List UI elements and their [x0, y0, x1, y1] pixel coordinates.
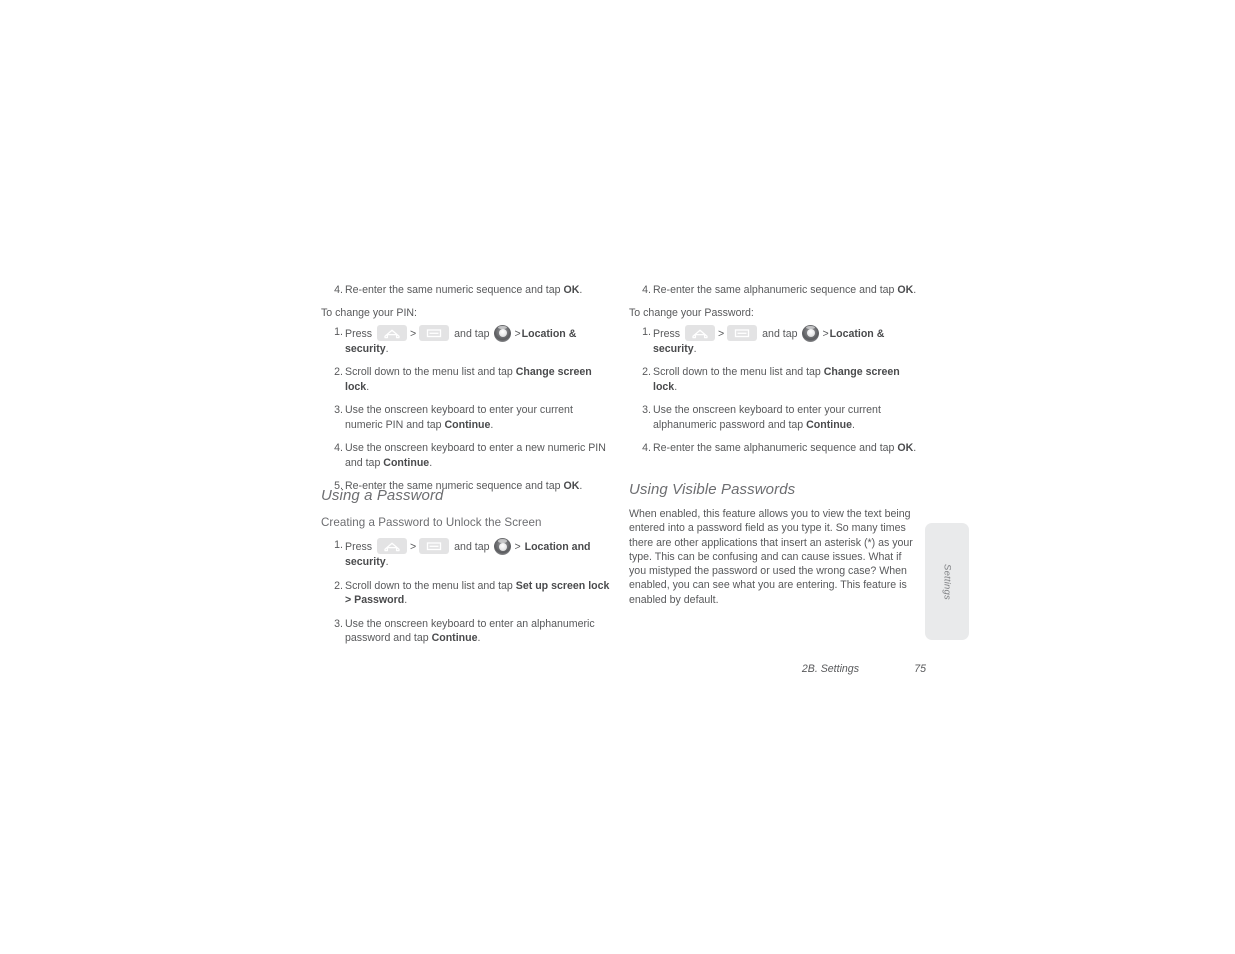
step-text: and tap: [451, 327, 493, 340]
list-item: 4. Re-enter the same alphanumeric sequenc…: [629, 441, 921, 456]
section-tab-label: Settings: [941, 563, 953, 600]
step-text-bold: Password: [354, 594, 405, 606]
step-number: 1.: [334, 539, 343, 551]
footer-page-number: 75: [914, 663, 926, 675]
right-intro-text: To change your Password:: [629, 306, 754, 319]
step-text-bold: Continue: [431, 632, 478, 644]
step-text-before: Re-enter the same numeric sequence and t…: [345, 284, 564, 296]
list-item: 3. Use the onscreen keyboard to enter an …: [321, 617, 616, 646]
step-number: 4.: [642, 284, 651, 296]
step-number: 3.: [334, 404, 343, 417]
step-text-after: .: [913, 284, 917, 296]
step-text: .: [477, 632, 481, 644]
step-number: 3.: [642, 404, 651, 417]
step-text: .: [693, 342, 697, 355]
home-key-icon: [377, 324, 408, 341]
step-separator: >: [410, 327, 417, 340]
home-key-icon: [685, 324, 716, 341]
step-text: Re-enter the same alphanumeric sequence …: [653, 442, 898, 455]
step-text-bold: Continue: [383, 456, 430, 469]
step-text: Press: [653, 327, 684, 340]
step-text: Scroll down to the menu list and tap: [345, 579, 516, 592]
trackball-icon: [494, 324, 512, 342]
step-text-bold: Continue: [444, 418, 491, 431]
trackball-icon: [802, 324, 820, 342]
trackball-icon: [494, 538, 512, 555]
list-item: 4. Re-enter the same alphanumeric sequenc…: [629, 283, 921, 298]
step-text: .: [404, 594, 408, 606]
step-number: 4.: [642, 442, 651, 455]
list-item: 3. Use the onscreen keyboard to enter you…: [629, 403, 921, 432]
step-text: .: [579, 480, 583, 493]
list-item: 2. Scroll down to the menu list and tap C…: [629, 365, 921, 394]
step-text-before: Re-enter the same alphanumeric sequence …: [653, 284, 898, 296]
step-text: .: [366, 380, 370, 393]
menu-key-icon: [419, 538, 450, 554]
step-text: .: [913, 442, 917, 455]
list-item: 1. Press > and tap >Location & security.: [321, 324, 613, 357]
left-column: 4. Re-enter the same numeric sequence and…: [321, 283, 613, 494]
home-key-icon: [377, 538, 408, 554]
step-text: .: [385, 342, 389, 355]
step-text: .: [490, 418, 494, 431]
step-separator: >: [514, 541, 521, 553]
step-separator: >: [514, 327, 521, 340]
step-number: 2.: [642, 366, 651, 379]
step-text-bold: Set up screen lock: [515, 579, 610, 592]
list-item: 2. Scroll down to the menu list and tap C…: [321, 365, 613, 394]
section-heading-using-a-password: Using a Password: [321, 487, 444, 504]
step-text: Scroll down to the menu list and tap: [653, 366, 824, 379]
step-text: and tap: [451, 541, 493, 553]
step-number: 1.: [334, 325, 343, 338]
step-separator: >: [822, 327, 829, 340]
step-number: 4.: [334, 442, 343, 455]
step-text: .: [674, 380, 678, 393]
step-text: and tap: [759, 327, 801, 340]
step-text-bold: OK: [897, 284, 914, 296]
section-tab-settings: Settings: [925, 523, 969, 640]
step-number: 3.: [334, 617, 343, 630]
right-column: 4. Re-enter the same alphanumeric sequenc…: [629, 283, 921, 456]
left-pin-step-list: 1. Press > and tap >Location & security. …: [321, 324, 613, 494]
step-text: Scroll down to the menu list and tap: [345, 366, 516, 379]
list-item: 3. Use the onscreen keyboard to enter you…: [321, 403, 613, 432]
right-top-step-list: 4. Re-enter the same alphanumeric sequenc…: [629, 283, 921, 298]
list-item: 4. Use the onscreen keyboard to enter a n…: [321, 441, 613, 470]
step-number: 2.: [334, 366, 343, 379]
list-item: 2. Scroll down to the menu list and tap S…: [321, 579, 616, 608]
step-text: .: [385, 556, 389, 568]
list-item: 1. Press > and tap >Location & security.: [629, 324, 921, 357]
step-text: .: [429, 456, 433, 469]
step-separator: >: [718, 327, 725, 340]
step-text-bold: Continue: [806, 418, 853, 431]
step-separator: >: [410, 541, 417, 553]
step-text: Press: [345, 541, 376, 553]
step-separator-bold: >: [345, 594, 355, 606]
sub-heading-creating-a-password: Creating a Password to Unlock the Screen: [321, 516, 542, 529]
list-item: 1. Press > and tap > Location and securit…: [321, 538, 616, 570]
right-password-step-list: 1. Press > and tap >Location & security. …: [629, 324, 921, 456]
step-text: Press: [345, 327, 376, 340]
left-top-step-list: 4. Re-enter the same numeric sequence and…: [321, 283, 613, 298]
section-heading-using-visible-passwords: Using Visible Passwords: [629, 481, 796, 498]
left-password-step-list: 1. Press > and tap > Location and securit…: [321, 538, 616, 646]
visible-passwords-paragraph: When enabled, this feature allows you to…: [629, 508, 913, 606]
menu-key-icon: [727, 324, 758, 341]
footer-chapter-label: 2B. Settings: [801, 663, 859, 675]
step-text: .: [852, 418, 855, 431]
menu-key-icon: [419, 324, 450, 341]
list-item: 4. Re-enter the same numeric sequence and…: [321, 283, 613, 298]
step-text-bold: OK: [563, 480, 580, 493]
step-number: 2.: [334, 579, 343, 592]
step-number: 4.: [334, 284, 343, 296]
step-text-after: .: [579, 284, 583, 296]
page-footer: 2B. Settings 75: [629, 663, 929, 679]
step-text-bold: OK: [563, 284, 580, 296]
step-text-bold: OK: [897, 442, 914, 455]
left-intro-text: To change your PIN:: [321, 306, 417, 319]
step-number: 1.: [642, 325, 651, 338]
manual-page: 4. Re-enter the same numeric sequence and…: [0, 0, 1235, 954]
